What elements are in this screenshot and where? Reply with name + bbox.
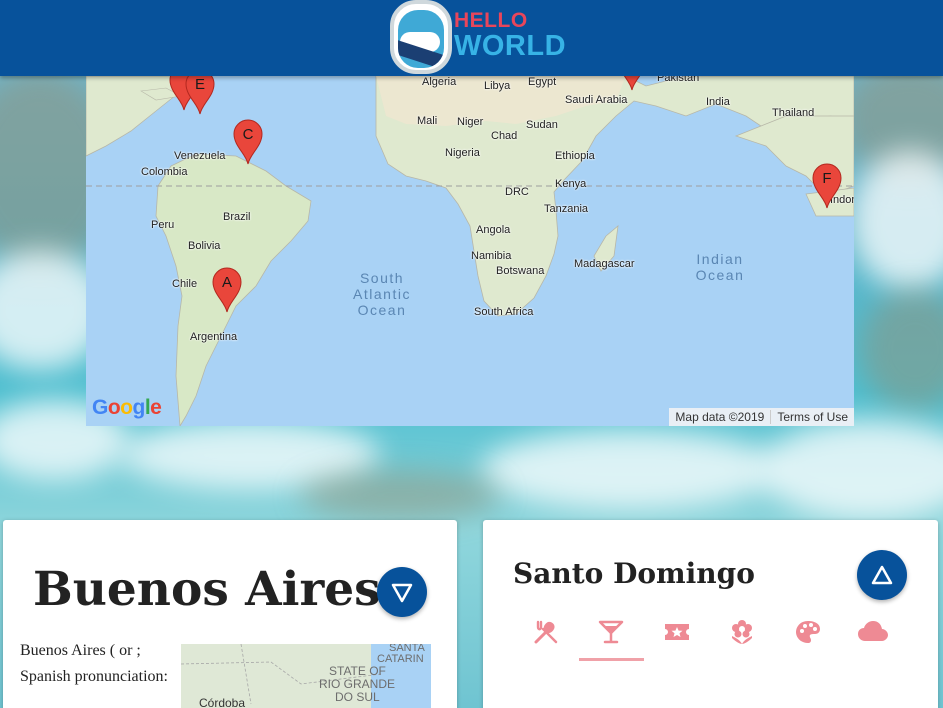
map-marker-f[interactable]: F — [811, 162, 843, 210]
map-label-namibia: Namibia — [471, 250, 512, 262]
map-label-brazil: Brazil — [223, 211, 251, 223]
tab-arts[interactable] — [775, 615, 841, 661]
map-label-saudi-arabia: Saudi Arabia — [565, 94, 628, 106]
city-title: Santo Domingo — [513, 557, 755, 590]
brand-logo-window-icon[interactable] — [390, 0, 452, 74]
expand-toggle-button[interactable] — [857, 550, 907, 600]
brand-logo-text[interactable]: HELLO WORLD — [454, 10, 566, 61]
map-label-tanzania: Tanzania — [544, 203, 589, 215]
thumb-label-rio-grande: RIO GRANDE — [319, 677, 396, 691]
map-label-nigeria: Nigeria — [445, 147, 480, 159]
tab-nightlife[interactable] — [578, 615, 645, 661]
map-label-niger: Niger — [457, 116, 484, 128]
ticket-star-icon — [664, 624, 689, 640]
map-label-pakistan: Pakistan — [657, 76, 700, 84]
map-label-argentina: Argentina — [190, 331, 238, 343]
collapse-toggle-button[interactable] — [377, 567, 427, 617]
utensils-icon — [534, 620, 557, 644]
brand-world: WORLD — [454, 30, 567, 62]
flower-icon — [732, 620, 753, 644]
map-label-angola: Angola — [476, 224, 511, 236]
map-label-sudan: Sudan — [526, 119, 558, 131]
city-card-santo-domingo: Santo Domingo — [483, 520, 938, 708]
brand-hello: HELLO — [454, 9, 528, 32]
map-label-kenya: Kenya — [555, 178, 587, 190]
cocktail-icon — [599, 620, 624, 644]
triangle-down-icon — [391, 583, 413, 603]
category-tabs — [513, 615, 913, 661]
map-marker-e-label: E — [194, 76, 205, 93]
map-marker-a-label: A — [221, 274, 232, 291]
map-label-madagascar: Madagascar — [574, 258, 635, 270]
map-marker-f-label: F — [822, 170, 832, 187]
map-attribution: Map data ©2019 Terms of Use — [669, 408, 854, 426]
map-label-algeria: Algeria — [422, 76, 457, 88]
world-map[interactable]: Algeria Libya Egypt Saudi Arabia Pakista… — [86, 76, 854, 426]
cloud-icon — [858, 621, 889, 641]
top-header: HELLO WORLD — [0, 0, 943, 76]
palette-icon — [795, 621, 820, 643]
terms-of-use-link[interactable]: Terms of Use — [770, 410, 854, 424]
map-data-credit: Map data ©2019 — [675, 410, 765, 424]
tab-weather[interactable] — [841, 615, 907, 661]
map-label-drc: DRC — [505, 186, 529, 198]
map-label-bolivia: Bolivia — [188, 240, 221, 252]
city-map-thumbnail[interactable]: SANTA CATARIN STATE OF RIO GRANDE DO SUL… — [181, 644, 431, 708]
map-label-mali: Mali — [417, 115, 438, 127]
map-label-egypt: Egypt — [528, 76, 557, 88]
map-marker-top[interactable] — [616, 76, 648, 92]
thumb-label-cordoba: Córdoba — [199, 696, 246, 708]
tab-restaurants[interactable] — [513, 615, 579, 661]
map-marker-c-label: C — [242, 126, 254, 143]
map-label-libya: Libya — [484, 80, 511, 92]
map-label-indian-ocean: Indian Ocean — [695, 251, 745, 283]
map-label-colombia: Colombia — [141, 166, 188, 178]
map-label-chad: Chad — [491, 130, 518, 142]
map-label-ethiopia: Ethiopia — [555, 150, 595, 162]
tab-events[interactable] — [644, 615, 710, 661]
city-card-buenos-aires: Buenos Aires Buenos Aires ( or ; Spanish… — [3, 520, 457, 708]
google-logo[interactable]: Google — [92, 396, 162, 420]
map-label-botswana: Botswana — [496, 265, 545, 277]
map-label-india: India — [706, 96, 730, 108]
map-marker-c[interactable]: C — [232, 118, 264, 166]
map-label-peru: Peru — [151, 219, 175, 231]
map-marker-a[interactable]: A — [211, 266, 243, 314]
city-title: Buenos Aires — [33, 562, 381, 617]
map-label-south-atlantic-ocean: South Atlantic Ocean — [353, 270, 411, 318]
thumb-label-state-of: STATE OF — [329, 664, 386, 678]
map-label-south-africa: South Africa — [474, 306, 534, 318]
triangle-up-icon — [871, 565, 893, 585]
city-description: Buenos Aires ( or ; Spanish pronunciatio… — [20, 642, 168, 685]
map-marker-e[interactable]: E — [184, 76, 216, 116]
thumb-label-do-sul: DO SUL — [335, 690, 380, 704]
map-label-chile: Chile — [172, 278, 198, 290]
map-label-venezuela: Venezuela — [174, 150, 226, 162]
map-label-thailand: Thailand — [772, 107, 815, 119]
tab-nature[interactable] — [710, 615, 776, 661]
